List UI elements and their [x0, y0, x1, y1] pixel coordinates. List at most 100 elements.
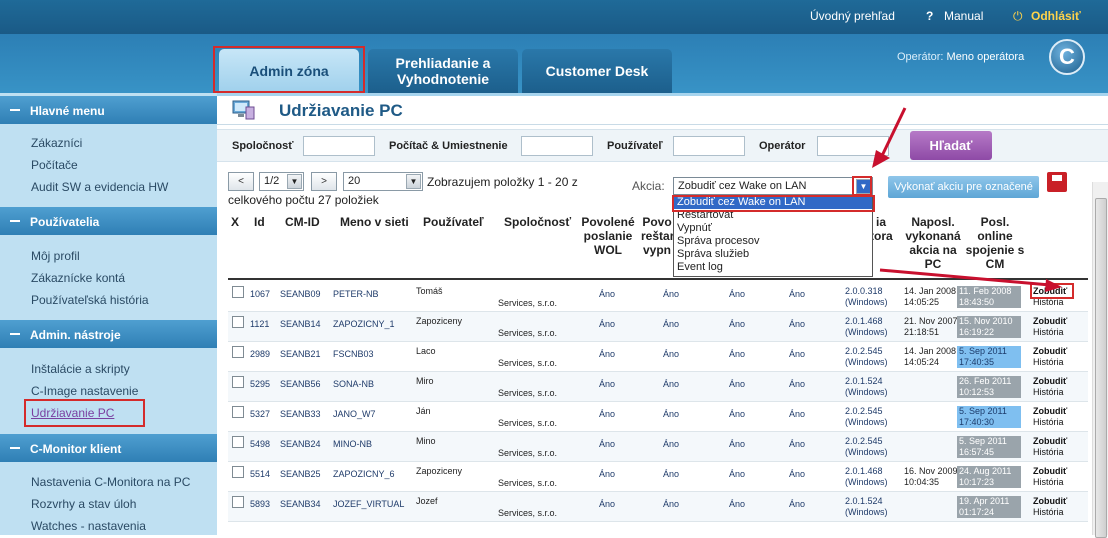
table-row[interactable]: 1067 SEANB09 PETER-NB Tomáš Services, s.r.o.…	[228, 282, 1088, 312]
column-header[interactable]: Používateľ	[423, 215, 484, 229]
row-checkbox[interactable]	[232, 466, 244, 478]
operator-name: Meno operátora	[946, 51, 1025, 63]
table-row[interactable]: 5498 SEANB24 MINO-NB Mino Services, s.r.o. Án…	[228, 432, 1088, 462]
company-input[interactable]	[303, 136, 375, 156]
company-label: Spoločnosť	[232, 140, 294, 152]
sidebar-section-main[interactable]: Hlavné menu	[0, 96, 217, 124]
page-select[interactable]: 1/2 ▼	[259, 172, 304, 191]
action-option[interactable]: Event log	[674, 261, 872, 274]
logout-link[interactable]: Odhlásiť	[1031, 9, 1081, 23]
table-row[interactable]: 5893 SEANB34 JOZEF_VIRTUAL Jozef Services, s…	[228, 492, 1088, 522]
wake-link[interactable]: Zobudiť	[1033, 496, 1067, 506]
column-header[interactable]: Id	[254, 215, 265, 229]
c-logo: C	[1049, 39, 1085, 75]
action-label: Akcia:	[632, 179, 665, 193]
row-checkbox[interactable]	[232, 286, 244, 298]
table-row[interactable]: 5295 SEANB56 SONA-NB Miro Services, s.r.o. Án…	[228, 372, 1088, 402]
cell-company: Services, s.r.o.	[498, 388, 558, 398]
sidebar-item-cmonitor-settings[interactable]: Nastavenia C-Monitora na PC	[31, 475, 190, 489]
sidebar-section-users[interactable]: Používatelia	[0, 207, 217, 235]
sidebar-item-computers[interactable]: Počítače	[31, 158, 78, 172]
search-button[interactable]: Hľadať	[910, 131, 992, 160]
action-select[interactable]: Zobudiť cez Wake on LAN ▼	[673, 177, 873, 195]
help-icon[interactable]: ?	[926, 9, 933, 23]
next-page-button[interactable]: >	[311, 172, 337, 191]
wake-link[interactable]: Zobudiť	[1033, 406, 1067, 416]
cell-shutdown: Áno	[729, 469, 746, 479]
history-link[interactable]: História	[1033, 327, 1064, 337]
sidebar-item-watches[interactable]: Watches - nastavenia	[31, 519, 146, 533]
sidebar-item-customers[interactable]: Zákazníci	[31, 136, 82, 150]
cell-name: ZAPOZICNY_6	[333, 469, 395, 479]
operator-input[interactable]	[817, 136, 889, 156]
wake-link[interactable]: Zobudiť	[1033, 376, 1067, 386]
table-row[interactable]: 1121 SEANB14 ZAPOZICNY_1 Zapoziceny Services…	[228, 312, 1088, 342]
sidebar-item-schedules[interactable]: Rozvrhy a stav úloh	[31, 497, 136, 511]
row-checkbox[interactable]	[232, 406, 244, 418]
scroll-thumb[interactable]	[1095, 198, 1107, 538]
column-header[interactable]: CM-ID	[285, 215, 320, 229]
history-link[interactable]: História	[1033, 357, 1064, 367]
manual-link[interactable]: Manual	[944, 9, 983, 23]
per-page-select[interactable]: 20 ▼	[343, 172, 423, 191]
online-time: 10:12:53	[959, 387, 995, 397]
user-input[interactable]	[673, 136, 745, 156]
prev-page-button[interactable]: <	[228, 172, 254, 191]
computer-input[interactable]	[521, 136, 593, 156]
table-row[interactable]: 5327 SEANB33 JANO_W7 Ján Services, s.r.o. Áno…	[228, 402, 1088, 432]
sidebar-item-user-history[interactable]: Používateľská história	[31, 293, 149, 307]
history-link[interactable]: História	[1033, 507, 1064, 517]
history-link[interactable]: História	[1033, 387, 1064, 397]
column-header[interactable]: Posl. online spojenie s CM	[965, 215, 1025, 271]
online-time: 10:17:23	[959, 477, 995, 487]
cell-os: (Windows)	[845, 297, 888, 307]
cell-shutdown: Áno	[729, 439, 746, 449]
sidebar-item-c-image[interactable]: C-Image nastavenie	[31, 384, 138, 398]
wake-link[interactable]: Zobudiť	[1033, 436, 1067, 446]
table-row[interactable]: 5514 SEANB25 ZAPOZICNY_6 Zapoziceny Services…	[228, 462, 1088, 492]
cell-last-action-time: 14:05:24	[904, 357, 940, 367]
sidebar-item-installs[interactable]: Inštalácie a skripty	[31, 362, 130, 376]
wake-link[interactable]: Zobudiť	[1033, 346, 1067, 356]
column-header[interactable]: Spoločnosť	[504, 215, 571, 229]
cell-version: 2.0.2.545	[845, 406, 883, 416]
sidebar-section-admin-tools[interactable]: Admin. nástroje	[0, 320, 217, 348]
history-link[interactable]: História	[1033, 447, 1064, 457]
sidebar-item-customer-accounts[interactable]: Zákaznícke kontá	[31, 271, 125, 285]
tab-browse-evaluate[interactable]: Prehliadanie a Vyhodnotenie	[368, 49, 518, 93]
wake-link[interactable]: Zobudiť	[1033, 466, 1067, 476]
column-header[interactable]: Povolené poslanie WOL	[580, 215, 636, 257]
column-header[interactable]: Naposl. vykonaná akcia na PC	[904, 215, 962, 271]
power-icon[interactable]: ⏻	[1013, 9, 1023, 24]
row-checkbox[interactable]	[232, 346, 244, 358]
action-option[interactable]: Správa procesov	[674, 235, 872, 248]
row-checkbox[interactable]	[232, 436, 244, 448]
cell-id: 1067	[250, 289, 271, 299]
wake-link[interactable]: Zobudiť	[1033, 316, 1067, 326]
cell-wol: Áno	[599, 319, 616, 329]
sidebar-section-cmonitor[interactable]: C-Monitor klient	[0, 434, 217, 462]
save-icon[interactable]	[1047, 172, 1067, 192]
history-link[interactable]: História	[1033, 477, 1064, 487]
execute-action-button[interactable]: Vykonať akciu pre označené	[888, 176, 1039, 198]
row-checkbox[interactable]	[232, 316, 244, 328]
row-checkbox[interactable]	[232, 376, 244, 388]
sidebar-item-audit[interactable]: Audit SW a evidencia HW	[31, 180, 168, 194]
cell-company: Services, s.r.o.	[498, 478, 558, 488]
user-label: Používateľ	[607, 140, 663, 152]
tab-customer-desk[interactable]: Customer Desk	[522, 49, 672, 93]
scrollbar[interactable]	[1092, 182, 1108, 538]
sidebar-item-my-profile[interactable]: Môj profil	[31, 249, 80, 263]
page-value: 1/2	[264, 175, 280, 187]
column-header[interactable]: Povo reštar vypn	[641, 215, 673, 257]
column-header[interactable]: Meno v sieti	[340, 215, 409, 229]
history-link[interactable]: História	[1033, 417, 1064, 427]
row-checkbox[interactable]	[232, 496, 244, 508]
overview-link[interactable]: Úvodný prehľad	[810, 9, 895, 23]
table-row[interactable]: 2989 SEANB21 FSCNB03 Laco Services, s.r.o. Án…	[228, 342, 1088, 372]
action-option[interactable]: Vypnúť	[674, 222, 872, 235]
column-header[interactable]: X	[231, 215, 239, 229]
bullet-icon	[10, 333, 20, 335]
action-option[interactable]: Správa služieb	[674, 248, 872, 261]
column-header[interactable]: ia tora	[870, 215, 893, 243]
